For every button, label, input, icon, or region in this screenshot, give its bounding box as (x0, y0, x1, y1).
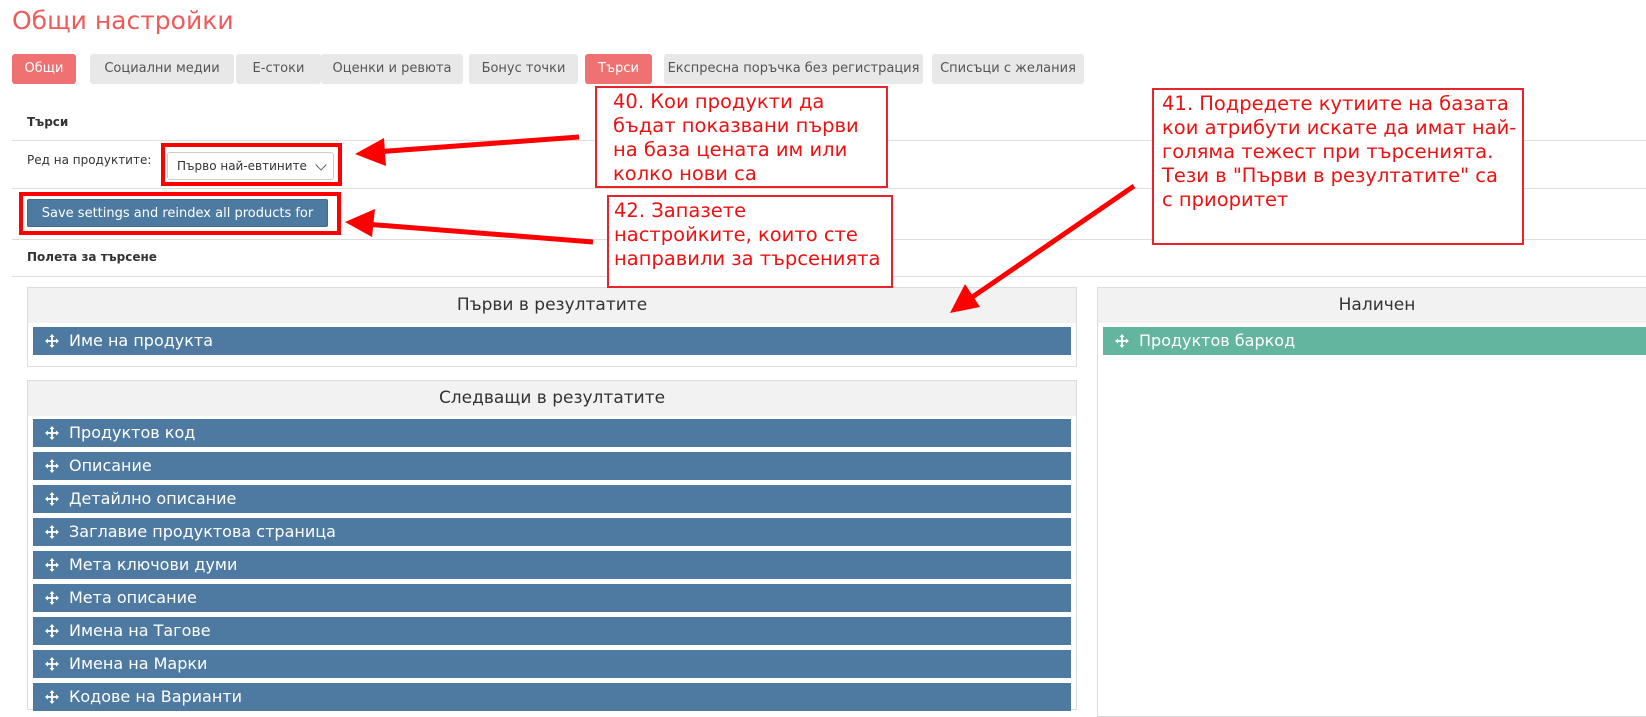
arrow-to-order-select (374, 134, 580, 155)
annotation-arrows (345, 134, 1136, 313)
arrow-head (355, 138, 386, 166)
arrow-head (950, 284, 980, 313)
arrow-head (345, 209, 375, 237)
arrow-to-first-panel (966, 183, 1136, 303)
arrow-to-save-button (364, 221, 594, 245)
